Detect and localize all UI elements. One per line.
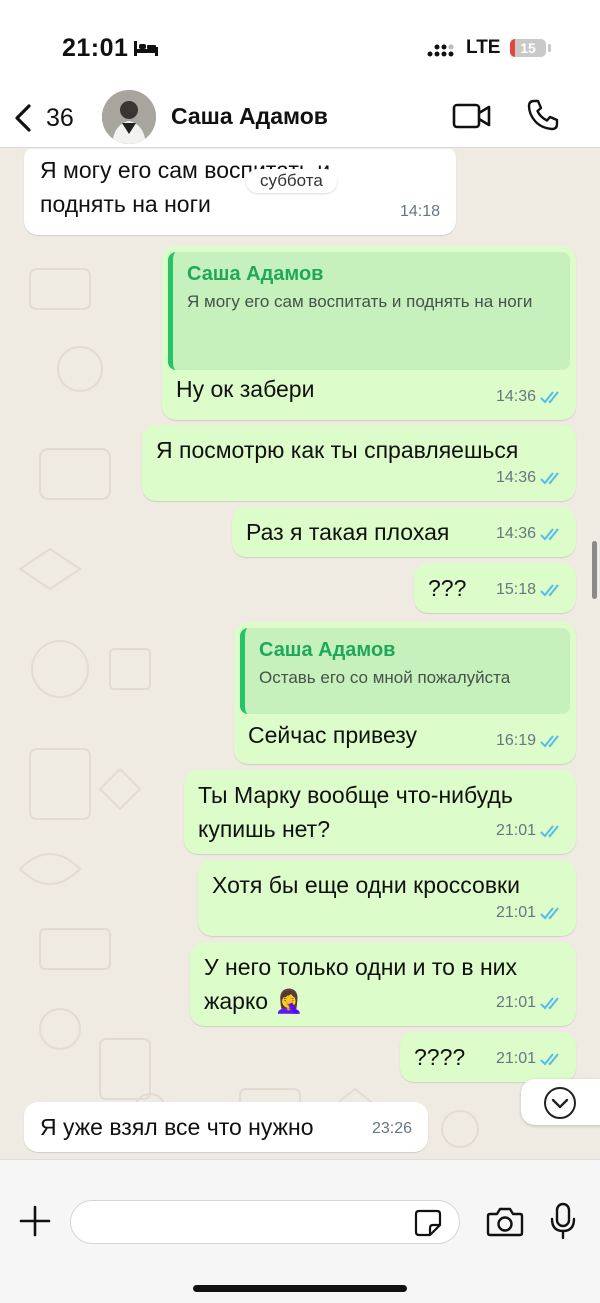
message-time: 14:36: [495, 469, 536, 486]
message-text: Я уже взял все что нужно: [40, 1114, 314, 1140]
network-type: LTE: [466, 37, 501, 58]
quoted-author: Саша Адамов: [259, 639, 396, 661]
status-bar: 21:01 LTE 15: [0, 0, 600, 90]
message-outgoing[interactable]: Ты Марку вообще что-нибудь купишь нет? 2…: [184, 770, 576, 854]
sticker-icon[interactable]: [413, 1208, 443, 1238]
video-call-icon[interactable]: [452, 101, 492, 131]
message-meta: 14:36: [496, 517, 564, 551]
message-time: 16:19: [495, 732, 536, 749]
message-time: 21:01: [495, 822, 536, 839]
message-outgoing[interactable]: Раз я такая плохая 14:36: [232, 507, 576, 557]
message-outgoing[interactable]: Хотя бы еще одни кроссовки 21:01: [198, 860, 576, 936]
date-chip: суббота: [246, 169, 337, 193]
message-time: 23:26: [371, 1120, 412, 1137]
double-check-icon: [540, 472, 559, 485]
message-outgoing[interactable]: У него только одни и то в них жарко 🤦‍♀️…: [190, 942, 576, 1026]
avatar[interactable]: [102, 90, 156, 144]
message-time: 15:18: [495, 581, 536, 598]
message-meta: 14:18: [400, 195, 440, 229]
message-meta: 21:01: [496, 814, 564, 848]
signal-icon: [427, 44, 454, 57]
message-time: 21:01: [495, 1050, 536, 1067]
message-input[interactable]: [70, 1200, 460, 1244]
chat-area[interactable]: Я могу его сам воспитать и поднять на но…: [0, 149, 600, 1159]
contact-name[interactable]: Саша Адамов: [171, 103, 328, 130]
message-incoming[interactable]: Я могу его сам воспитать и поднять на но…: [24, 149, 456, 235]
avatar-photo: [102, 90, 156, 144]
message-incoming[interactable]: Я уже взял все что нужно 23:26: [24, 1102, 428, 1152]
message-text: Ну ок забери: [176, 376, 315, 402]
message-time: 14:36: [495, 525, 536, 542]
message-meta: 21:01: [496, 896, 564, 930]
unread-chats-count: 36: [46, 103, 74, 132]
status-time: 21:01: [62, 34, 129, 62]
double-check-icon: [540, 735, 559, 748]
message-outgoing[interactable]: ???? 21:01: [400, 1032, 576, 1082]
message-outgoing[interactable]: ??? 15:18: [414, 563, 576, 613]
message-outgoing-reply[interactable]: Саша Адамов Оставь его со мной пожалуйст…: [234, 622, 576, 764]
double-check-icon: [540, 907, 559, 920]
battery-nub: [548, 44, 551, 52]
double-check-icon: [540, 528, 559, 541]
message-outgoing[interactable]: Я посмотрю как ты справляешься 14:36: [142, 425, 576, 501]
double-check-icon: [540, 825, 559, 838]
camera-icon[interactable]: [486, 1206, 524, 1238]
back-icon: [15, 104, 31, 132]
message-text: Сейчас привезу: [248, 722, 418, 748]
message-meta: 23:26: [372, 1112, 412, 1146]
message-time: 21:01: [495, 904, 536, 921]
home-indicator[interactable]: [193, 1285, 407, 1292]
message-meta: 15:18: [496, 573, 564, 607]
message-meta: 16:19: [496, 724, 564, 758]
message-meta: 21:01: [496, 1042, 564, 1076]
message-outgoing-reply[interactable]: Саша Адамов Я могу его сам воспитать и п…: [162, 246, 576, 420]
double-check-icon: [540, 391, 559, 404]
plus-icon[interactable]: [18, 1204, 52, 1238]
bed-icon: [134, 41, 158, 56]
chat-header: 36 Саша Адамов: [0, 90, 600, 148]
quoted-author: Саша Адамов: [187, 263, 324, 285]
quoted-message[interactable]: Саша Адамов Я могу его сам воспитать и п…: [168, 252, 570, 370]
microphone-icon[interactable]: [549, 1202, 577, 1240]
battery-percent: 15: [520, 40, 536, 56]
battery-indicator: 15: [510, 39, 546, 57]
quoted-text: Оставь его со мной пожалуйста: [259, 668, 511, 687]
message-meta: 14:36: [496, 461, 564, 495]
message-meta: 21:01: [496, 986, 564, 1020]
phone-icon[interactable]: [526, 98, 560, 132]
input-bar: [0, 1159, 600, 1303]
quoted-message[interactable]: Саша Адамов Оставь его со мной пожалуйст…: [240, 628, 570, 714]
message-meta: 14:36: [496, 380, 564, 414]
double-check-icon: [540, 584, 559, 597]
double-check-icon: [540, 997, 559, 1010]
message-time: 14:36: [495, 388, 536, 405]
back-button[interactable]: 36: [12, 98, 74, 138]
double-check-icon: [540, 1053, 559, 1066]
scrollbar[interactable]: [592, 541, 597, 599]
message-time: 14:18: [399, 203, 440, 220]
quoted-text: Я могу его сам воспитать и поднять на но…: [187, 292, 533, 311]
scroll-to-bottom-button[interactable]: [521, 1079, 600, 1125]
chevron-down-icon: [544, 1087, 576, 1119]
message-time: 21:01: [495, 994, 536, 1011]
